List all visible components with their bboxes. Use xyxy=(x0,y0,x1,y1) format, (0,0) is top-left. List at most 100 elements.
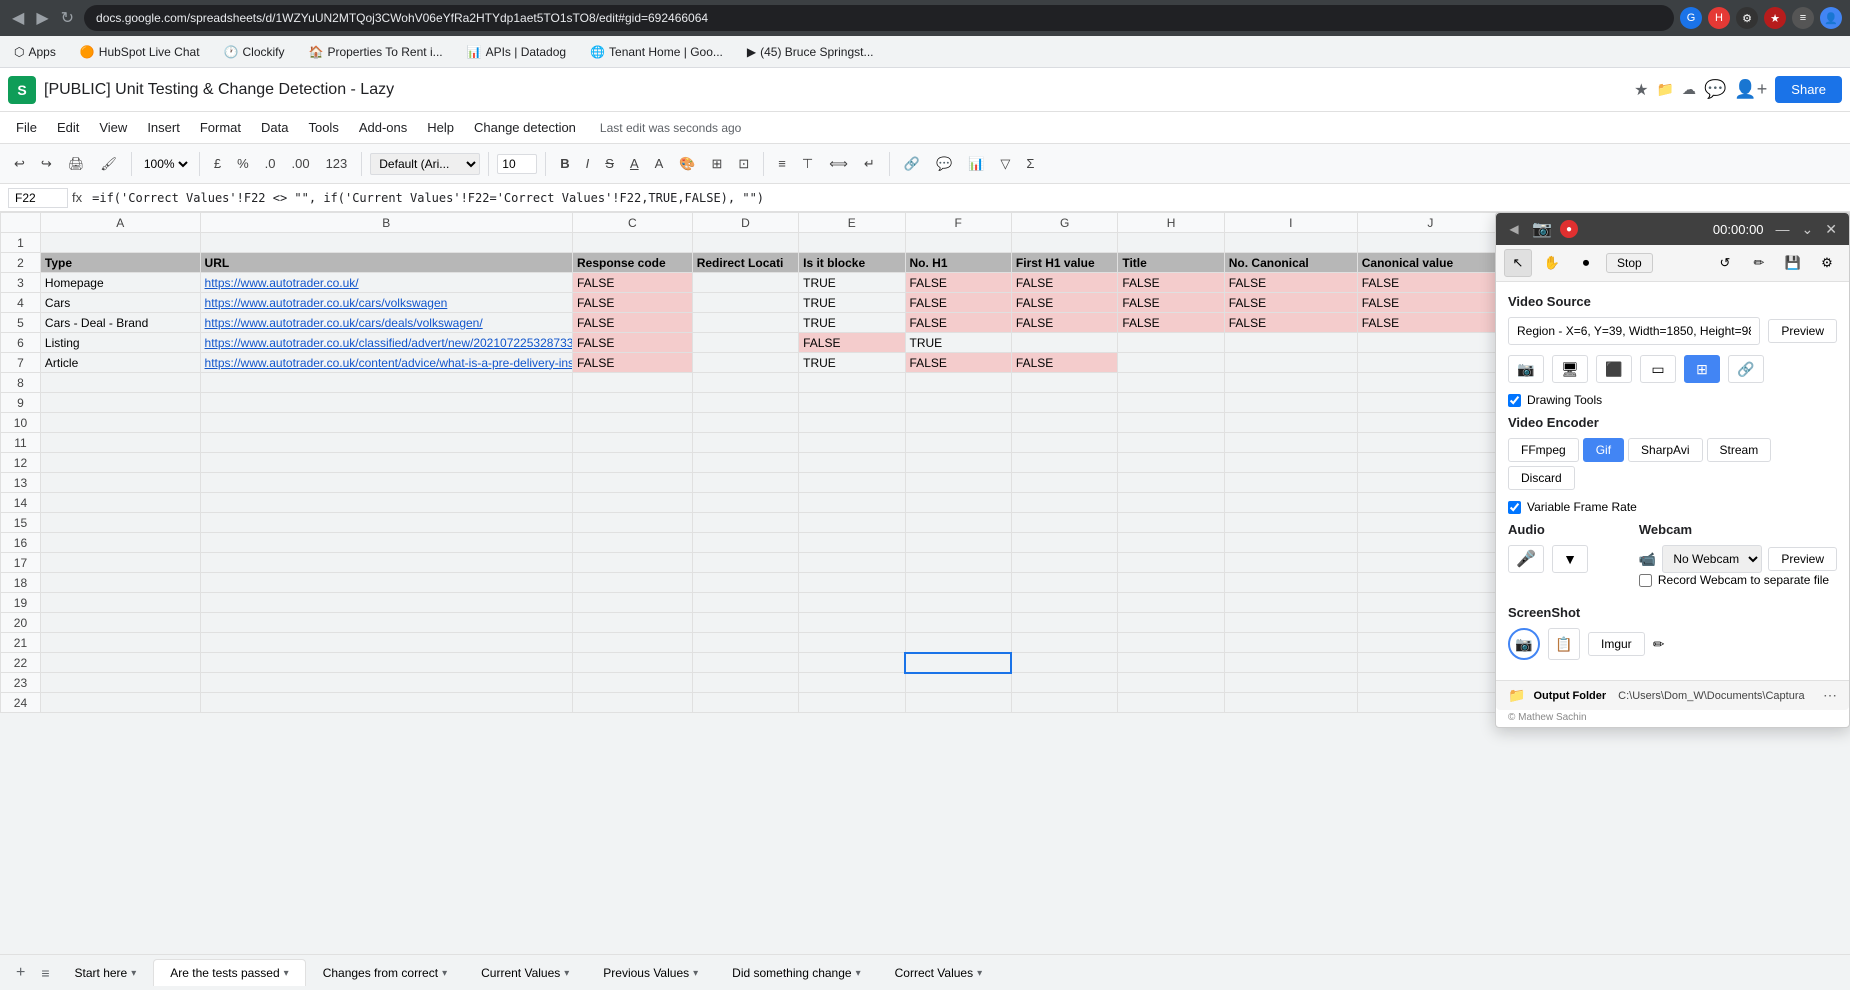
address-bar[interactable]: docs.google.com/spreadsheets/d/1WZYuUN2M… xyxy=(84,5,1674,31)
cell-i4[interactable]: FALSE xyxy=(1224,293,1357,313)
header-blocked[interactable]: Is it blocke xyxy=(799,253,905,273)
cell-a1[interactable] xyxy=(40,233,200,253)
extension-icon-3[interactable]: ⚙ xyxy=(1736,7,1758,29)
extension-icon-5[interactable]: ≡ xyxy=(1792,7,1814,29)
settings-tool-button[interactable]: ⚙ xyxy=(1813,249,1841,277)
cell-g7[interactable]: FALSE xyxy=(1011,353,1117,373)
cell-h3[interactable]: FALSE xyxy=(1118,273,1224,293)
col-j-header[interactable]: J xyxy=(1357,213,1503,233)
cell-f7[interactable]: FALSE xyxy=(905,353,1011,373)
menu-addons[interactable]: Add-ons xyxy=(351,116,415,139)
tab-current-values[interactable]: Current Values ▾ xyxy=(464,959,586,986)
cell-h7[interactable] xyxy=(1118,353,1224,373)
cell-h6[interactable] xyxy=(1118,333,1224,353)
tab-did-something-change[interactable]: Did something change ▾ xyxy=(715,959,877,986)
cell-a5[interactable]: Cars - Deal - Brand xyxy=(40,313,200,333)
extension-icon-2[interactable]: H xyxy=(1708,7,1730,29)
col-a-header[interactable]: A xyxy=(40,213,200,233)
cell-a3[interactable]: Homepage xyxy=(40,273,200,293)
stop-button[interactable]: Stop xyxy=(1606,253,1653,273)
save-tool-button[interactable]: 💾 xyxy=(1779,249,1807,277)
cell-a4[interactable]: Cars xyxy=(40,293,200,313)
variable-frame-rate-checkbox[interactable] xyxy=(1508,501,1521,514)
tab-changes-from-correct[interactable]: Changes from correct ▾ xyxy=(306,959,464,986)
filter-button[interactable]: ▽ xyxy=(994,152,1016,176)
cell-e5[interactable]: TRUE xyxy=(799,313,905,333)
audio-expand-button[interactable]: ▼ xyxy=(1552,545,1588,573)
cell-d5[interactable] xyxy=(692,313,798,333)
collapse-button[interactable]: ⌄ xyxy=(1798,221,1818,238)
cell-g6[interactable] xyxy=(1011,333,1117,353)
menu-help[interactable]: Help xyxy=(419,116,462,139)
cell-e4[interactable]: TRUE xyxy=(799,293,905,313)
close-button[interactable]: ✕ xyxy=(1821,221,1841,238)
edit-tool-button[interactable]: ✏ xyxy=(1745,249,1773,277)
cell-f6[interactable]: TRUE xyxy=(905,333,1011,353)
menu-view[interactable]: View xyxy=(91,116,135,139)
cell-i5[interactable]: FALSE xyxy=(1224,313,1357,333)
cell-h4[interactable]: FALSE xyxy=(1118,293,1224,313)
back-button[interactable]: ◀ xyxy=(8,6,28,30)
header-h1[interactable]: No. H1 xyxy=(905,253,1011,273)
refresh-button[interactable]: ↻ xyxy=(57,6,78,30)
cell-j4[interactable]: FALSE xyxy=(1357,293,1503,313)
sharpavi-button[interactable]: SharpAvi xyxy=(1628,438,1702,462)
webcam-source-button[interactable]: 📷 xyxy=(1508,355,1544,383)
cell-c4[interactable]: FALSE xyxy=(572,293,692,313)
bold-button[interactable]: B xyxy=(554,152,575,175)
screen-source-button[interactable]: ⬛ xyxy=(1596,355,1632,383)
hand-tool-button[interactable]: ✋ xyxy=(1538,249,1566,277)
cell-j7[interactable] xyxy=(1357,353,1503,373)
header-title[interactable]: Title xyxy=(1118,253,1224,273)
col-b-header[interactable]: B xyxy=(200,213,572,233)
screenshot-copy-button[interactable]: 📋 xyxy=(1548,628,1580,660)
share-button[interactable]: Share xyxy=(1775,76,1842,103)
paint-format-button[interactable]: 🖌 xyxy=(94,152,123,176)
imgur-button[interactable]: Imgur xyxy=(1588,632,1645,656)
capture-record-icon[interactable]: ● xyxy=(1560,220,1578,238)
header-canonical-value[interactable]: Canonical value xyxy=(1357,253,1503,273)
cell-e7[interactable]: TRUE xyxy=(799,353,905,373)
cell-j3[interactable]: FALSE xyxy=(1357,273,1503,293)
cell-h5[interactable]: FALSE xyxy=(1118,313,1224,333)
cell-c7[interactable]: FALSE xyxy=(572,353,692,373)
share-history-icon[interactable]: 👤+ xyxy=(1734,79,1767,100)
extension-icon-1[interactable]: G xyxy=(1680,7,1702,29)
cell-f4[interactable]: FALSE xyxy=(905,293,1011,313)
tab-correct-values[interactable]: Correct Values ▾ xyxy=(878,959,1000,986)
bookmark-tenant[interactable]: 🌐 Tenant Home | Goo... xyxy=(584,43,729,61)
cell-j1[interactable] xyxy=(1357,233,1503,253)
cell-g3[interactable]: FALSE xyxy=(1011,273,1117,293)
header-redirect[interactable]: Redirect Locati xyxy=(692,253,798,273)
col-f-header[interactable]: F xyxy=(905,213,1011,233)
drawing-tools-checkbox[interactable] xyxy=(1508,394,1521,407)
cell-g1[interactable] xyxy=(1011,233,1117,253)
cell-f3[interactable]: FALSE xyxy=(905,273,1011,293)
cell-a6[interactable]: Listing xyxy=(40,333,200,353)
tab-tests-passed[interactable]: Are the tests passed ▾ xyxy=(153,959,305,986)
cell-i7[interactable] xyxy=(1224,353,1357,373)
add-sheet-button[interactable]: + xyxy=(8,960,33,986)
bookmark-bruce[interactable]: ▶ (45) Bruce Springst... xyxy=(741,43,880,61)
header-type[interactable]: Type xyxy=(40,253,200,273)
header-url[interactable]: URL xyxy=(200,253,572,273)
bookmark-clockify[interactable]: 🕐 Clockify xyxy=(218,43,291,61)
undo-button[interactable]: ↩ xyxy=(8,152,31,176)
header-h1-value[interactable]: First H1 value xyxy=(1011,253,1117,273)
menu-edit[interactable]: Edit xyxy=(49,116,87,139)
col-i-header[interactable]: I xyxy=(1224,213,1357,233)
font-select[interactable]: Default (Ari... xyxy=(370,153,480,175)
cloud-icon[interactable]: ☁ xyxy=(1682,81,1696,98)
screenshot-edit-icon[interactable]: ✏ xyxy=(1653,636,1665,653)
cell-c6[interactable]: FALSE xyxy=(572,333,692,353)
align-button[interactable]: ≡ xyxy=(772,152,792,175)
more-options-button[interactable]: ⋯ xyxy=(1823,687,1837,704)
menu-insert[interactable]: Insert xyxy=(139,116,188,139)
cell-c5[interactable]: FALSE xyxy=(572,313,692,333)
cell-f22-selected[interactable] xyxy=(905,653,1011,673)
bookmark-apis[interactable]: 📊 APIs | Datadog xyxy=(461,43,572,61)
menu-change-detection[interactable]: Change detection xyxy=(466,116,584,139)
cell-d1[interactable] xyxy=(692,233,798,253)
link-source-button[interactable]: 🔗 xyxy=(1728,355,1764,383)
doc-title[interactable]: [PUBLIC] Unit Testing & Change Detection… xyxy=(44,81,1626,99)
